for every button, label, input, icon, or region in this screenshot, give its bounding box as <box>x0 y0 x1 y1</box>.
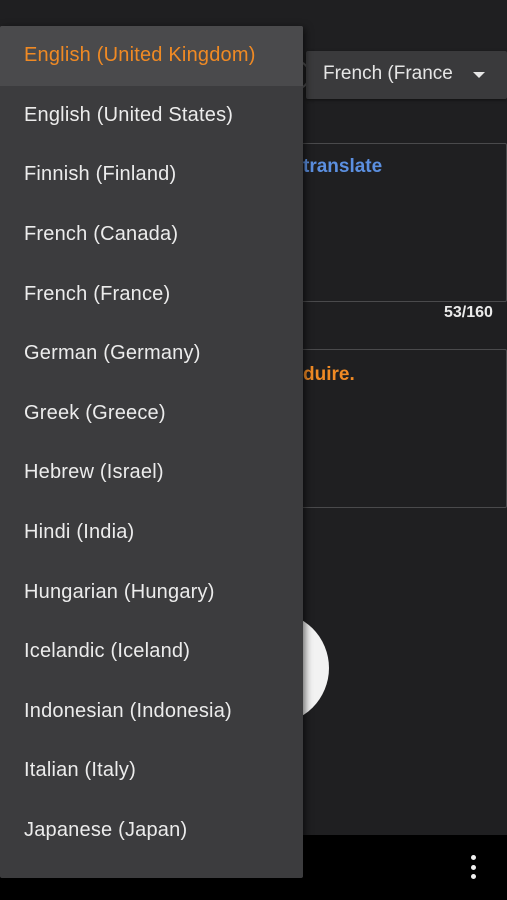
character-count: 53/160 <box>444 304 493 321</box>
language-dropdown-list: English (United Kingdom) English (United … <box>0 26 303 878</box>
dropdown-item[interactable]: French (Canada) <box>0 205 303 265</box>
dropdown-item[interactable]: Hungarian (Hungary) <box>0 562 303 622</box>
dropdown-item[interactable]: English (United States) <box>0 86 303 146</box>
dropdown-item[interactable]: Japanese (Japan) <box>0 801 303 861</box>
translated-text-box: duire. <box>290 349 507 508</box>
source-text-input[interactable]: translate <box>290 143 507 302</box>
more-vert-icon[interactable] <box>466 855 480 879</box>
translator-screen: French (France) translate 53/160 duire. … <box>0 0 507 900</box>
dropdown-item[interactable]: Indonesian (Indonesia) <box>0 682 303 742</box>
dropdown-item[interactable]: German (Germany) <box>0 324 303 384</box>
dropdown-item[interactable]: English (United Kingdom) <box>0 26 303 86</box>
dropdown-item[interactable]: Hebrew (Israel) <box>0 443 303 503</box>
dropdown-item[interactable]: French (France) <box>0 264 303 324</box>
caret-down-icon[interactable] <box>473 72 485 78</box>
dropdown-item[interactable]: Hindi (India) <box>0 503 303 563</box>
dropdown-item[interactable]: Italian (Italy) <box>0 741 303 801</box>
dropdown-item[interactable]: Greek (Greece) <box>0 384 303 444</box>
target-language-label: French (France) <box>323 63 453 84</box>
translated-text: duire. <box>303 364 355 385</box>
source-text: translate <box>303 156 383 177</box>
dropdown-item[interactable]: Finnish (Finland) <box>0 145 303 205</box>
dropdown-item[interactable]: Icelandic (Iceland) <box>0 622 303 682</box>
